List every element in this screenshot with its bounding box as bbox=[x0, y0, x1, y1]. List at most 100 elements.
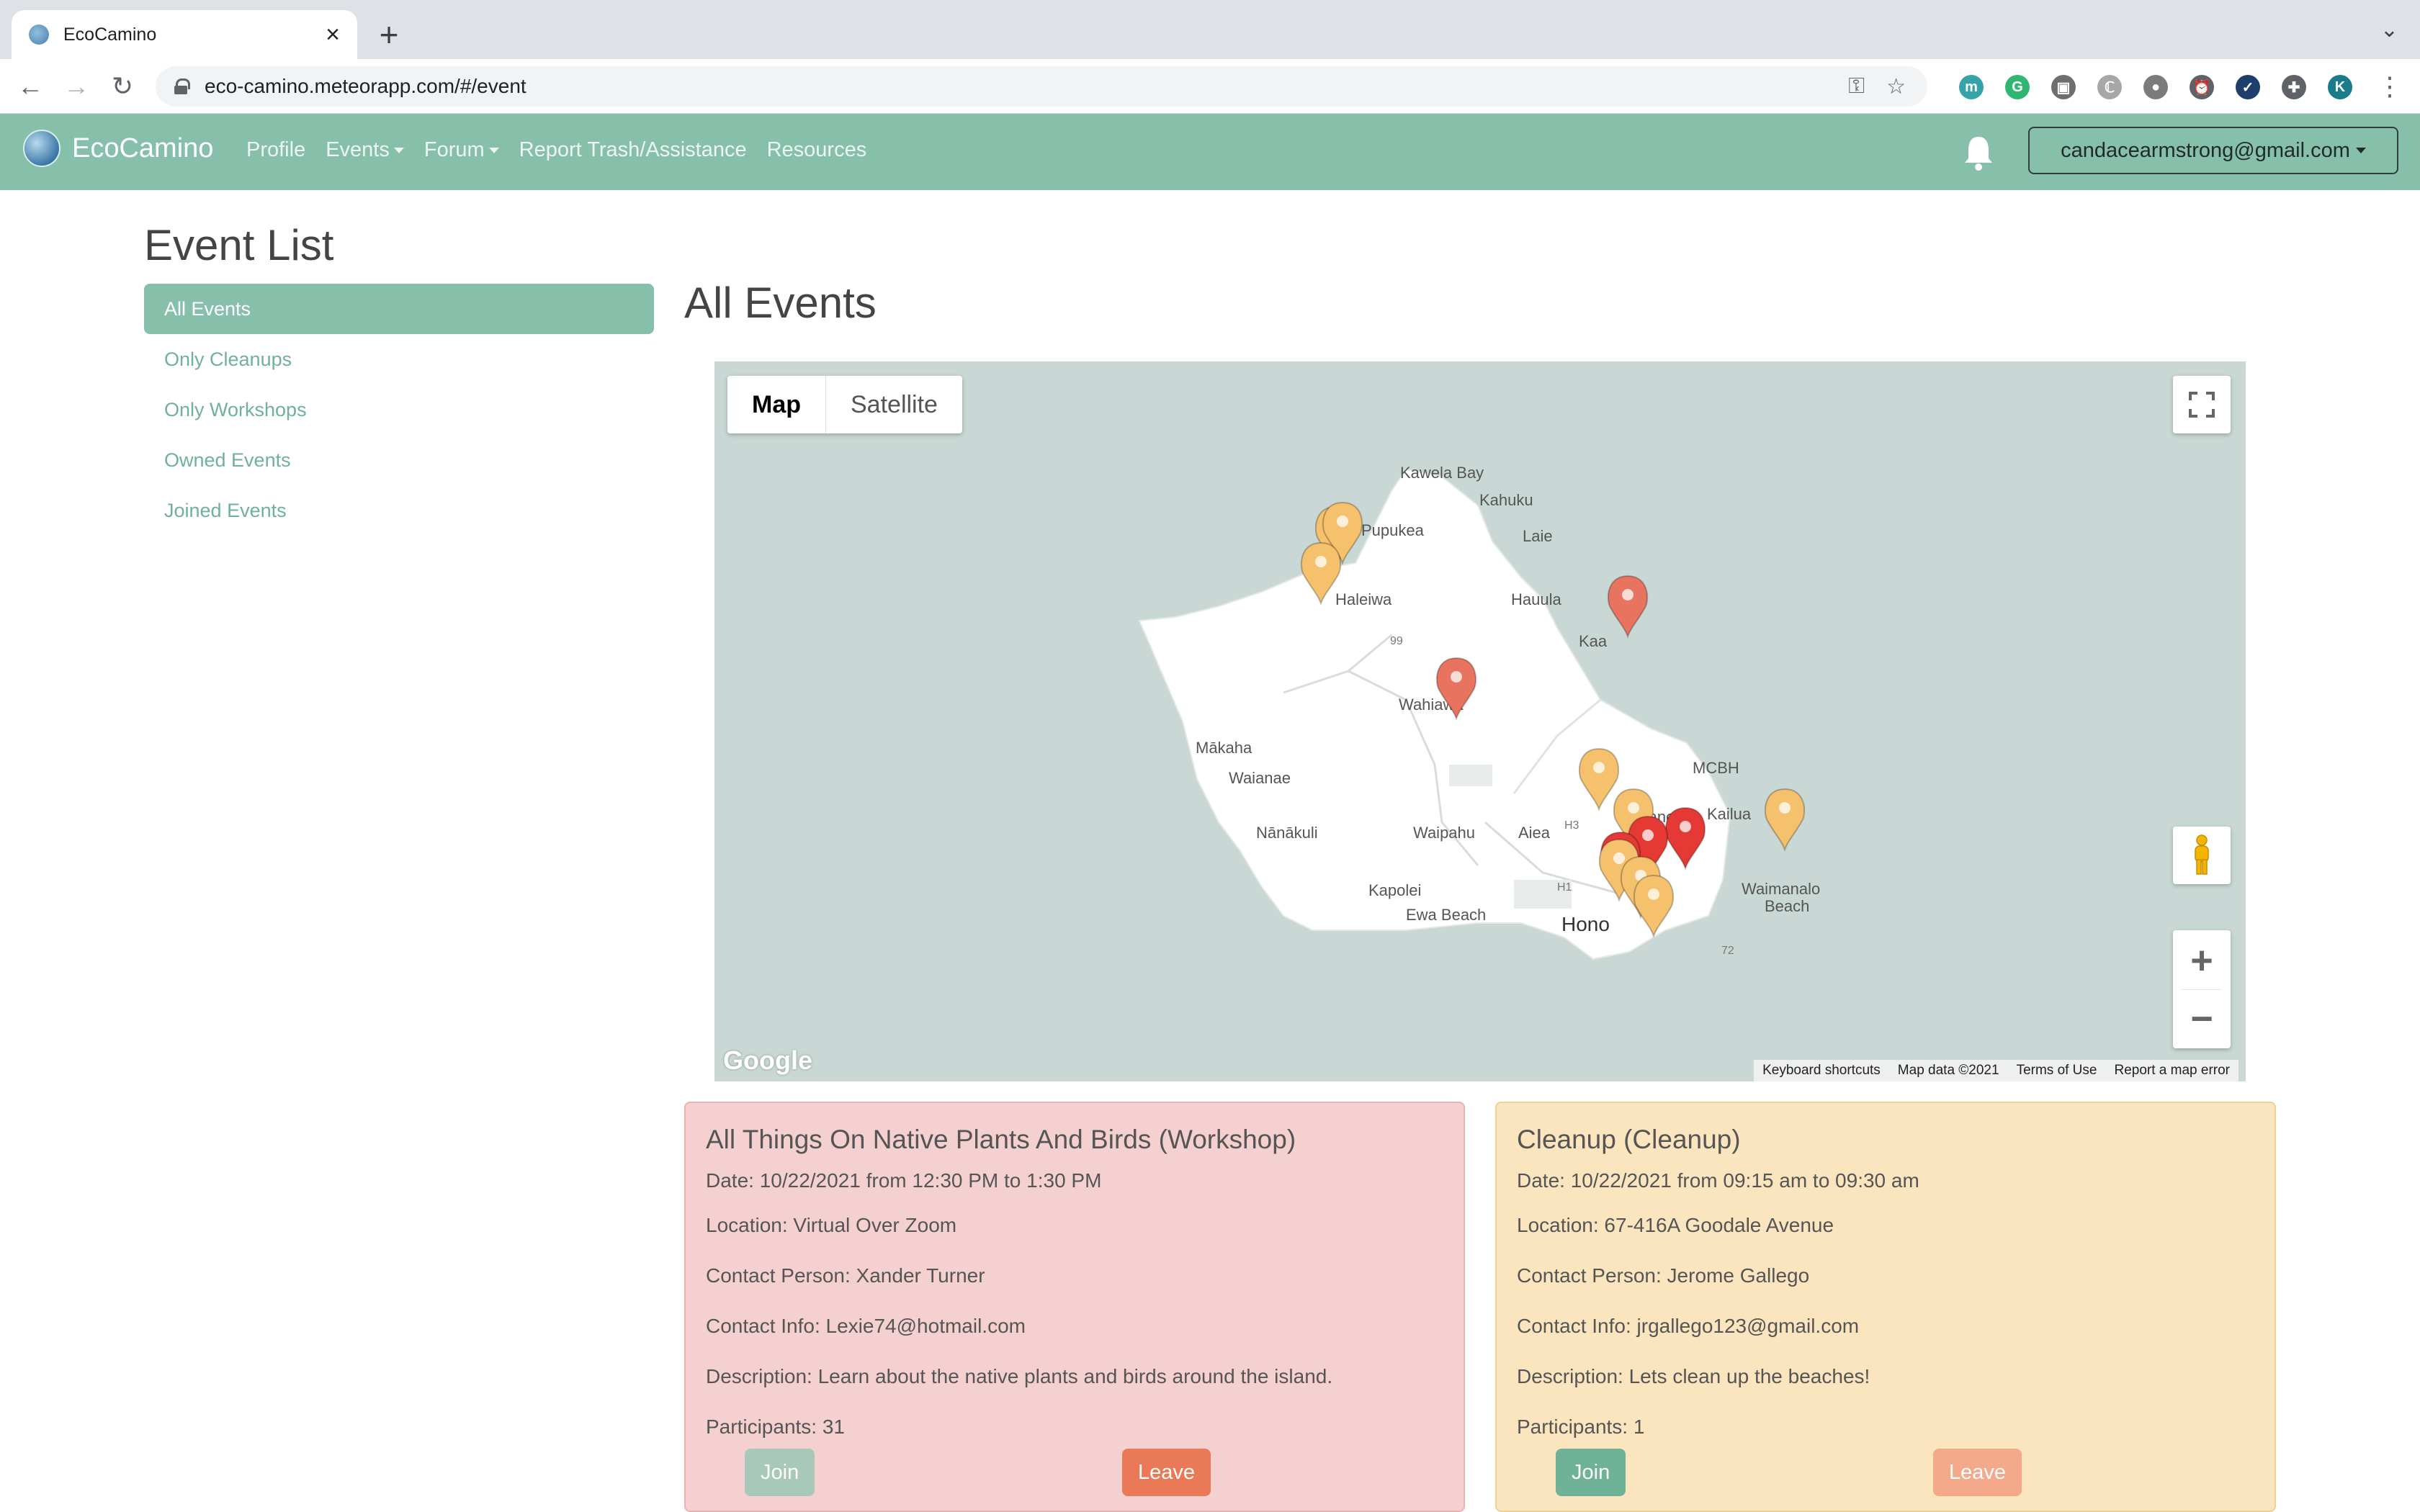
ext-7-icon[interactable]: ✓ bbox=[2236, 75, 2260, 99]
grammarly-ext-icon[interactable]: G bbox=[2005, 75, 2030, 99]
event-description: Description: Learn about the native plan… bbox=[706, 1365, 1333, 1387]
map-place-label: Hono bbox=[1561, 913, 1610, 935]
sidebar-item-all-events[interactable]: All Events bbox=[144, 284, 654, 334]
caret-down-icon bbox=[2355, 148, 2366, 153]
report-map-error-link[interactable]: Report a map error bbox=[2105, 1063, 2238, 1079]
terms-of-use-link[interactable]: Terms of Use bbox=[2008, 1063, 2106, 1079]
back-arrow-icon[interactable]: ← bbox=[14, 71, 46, 102]
nav-links: Profile Events Forum Report Trash/Assist… bbox=[246, 138, 887, 162]
event-title: All Things On Native Plants And Birds (W… bbox=[706, 1125, 1296, 1154]
address-bar[interactable]: eco-camino.meteorapp.com/#/event ⚿ ☆ bbox=[156, 66, 1927, 107]
pegman-icon bbox=[2195, 834, 2209, 875]
event-description: Description: Lets clean up the beaches! bbox=[1517, 1365, 1870, 1387]
map-place-label: H1 bbox=[1557, 881, 1572, 894]
browser-tab[interactable]: EcoCamino × bbox=[12, 10, 357, 59]
section-title: All Events bbox=[684, 279, 877, 327]
event-contact-person: Contact Person: Xander Turner bbox=[706, 1264, 985, 1287]
browser-toolbar: ← → ↻ eco-camino.meteorapp.com/#/event ⚿… bbox=[0, 59, 2420, 114]
google-logo: Google bbox=[723, 1045, 812, 1075]
map-place-label: Pupukea bbox=[1361, 521, 1424, 539]
user-email: candacearmstrong@gmail.com bbox=[2061, 138, 2350, 162]
map-attribution: Keyboard shortcuts Map data ©2021 Terms … bbox=[1754, 1060, 2238, 1081]
fullscreen-button[interactable] bbox=[2173, 376, 2231, 433]
sidebar-item-only-workshops[interactable]: Only Workshops bbox=[144, 384, 654, 435]
map-type-satellite[interactable]: Satellite bbox=[826, 376, 962, 433]
map-place-label: Waimanalo bbox=[1742, 880, 1821, 898]
map-place-label: 72 bbox=[1721, 945, 1734, 957]
map-place-label: H3 bbox=[1564, 819, 1579, 832]
zoom-control: + − bbox=[2173, 930, 2231, 1048]
browser-menu-icon[interactable]: ⋮ bbox=[2374, 71, 2406, 102]
forward-arrow-icon[interactable]: → bbox=[60, 71, 92, 102]
map-place-label: Mākaha bbox=[1196, 739, 1252, 757]
map-place-label: Kawela Bay bbox=[1400, 464, 1484, 482]
join-button[interactable]: Join bbox=[745, 1449, 815, 1496]
page-title: Event List bbox=[144, 221, 334, 269]
caret-down-icon bbox=[488, 147, 499, 153]
event-contact-info: Contact Info: jrgallego123@gmail.com bbox=[1517, 1315, 1860, 1337]
meteor-ext-icon[interactable]: m bbox=[1959, 75, 1984, 99]
event-title: Cleanup (Cleanup) bbox=[1517, 1125, 1741, 1154]
map-place-label: Kapolei bbox=[1368, 881, 1422, 899]
brand-name: EcoCamino bbox=[72, 132, 214, 163]
notification-bell-icon[interactable] bbox=[1962, 134, 1995, 171]
key-icon[interactable]: ⚿ bbox=[1848, 74, 1865, 99]
brand[interactable]: EcoCamino bbox=[23, 130, 213, 167]
nav-link-events[interactable]: Events bbox=[326, 138, 404, 162]
street-view-pegman-button[interactable] bbox=[2173, 827, 2231, 884]
event-date: Date: 10/22/2021 from 12:30 PM to 1:30 P… bbox=[706, 1169, 1102, 1192]
globe-favicon-icon bbox=[29, 24, 49, 45]
map-place-label: Haleiwa bbox=[1335, 590, 1392, 608]
tab-title: EcoCamino bbox=[63, 24, 157, 45]
lock-icon[interactable] bbox=[174, 78, 190, 94]
caret-down-icon bbox=[393, 147, 404, 153]
reload-icon[interactable]: ↻ bbox=[107, 71, 138, 102]
new-tab-icon[interactable]: + bbox=[375, 13, 403, 56]
event-contact-info: Contact Info: Lexie74@hotmail.com bbox=[706, 1315, 1026, 1337]
map-type-map[interactable]: Map bbox=[727, 376, 826, 433]
keyboard-shortcuts-link[interactable]: Keyboard shortcuts bbox=[1754, 1063, 1889, 1079]
sidebar-item-joined-events[interactable]: Joined Events bbox=[144, 485, 654, 536]
close-tab-icon[interactable]: × bbox=[326, 22, 340, 47]
nav-link-forum[interactable]: Forum bbox=[424, 138, 499, 162]
zoom-in-button[interactable]: + bbox=[2173, 932, 2231, 989]
globe-logo-icon bbox=[23, 130, 60, 167]
user-menu-button[interactable]: candacearmstrong@gmail.com bbox=[2028, 127, 2398, 174]
map-place-label: Kahuku bbox=[1479, 491, 1533, 509]
map-place-label: MCBH bbox=[1693, 759, 1739, 777]
map-place-label: Nānākuli bbox=[1256, 824, 1318, 842]
nav-link-profile[interactable]: Profile bbox=[246, 138, 305, 162]
leave-button[interactable]: Leave bbox=[1122, 1449, 1211, 1496]
event-location: Location: Virtual Over Zoom bbox=[706, 1214, 957, 1236]
map-place-label: Beach bbox=[1765, 897, 1810, 915]
zoom-out-button[interactable]: − bbox=[2173, 990, 2231, 1048]
puzzle-ext-icon[interactable]: ✚ bbox=[2282, 75, 2306, 99]
event-location: Location: 67-416A Goodale Avenue bbox=[1517, 1214, 1834, 1236]
sidebar-item-only-cleanups[interactable]: Only Cleanups bbox=[144, 334, 654, 384]
ext-3-icon[interactable]: ▣ bbox=[2051, 75, 2076, 99]
nav-link-label: Profile bbox=[246, 138, 306, 161]
join-button[interactable]: Join bbox=[1556, 1449, 1626, 1496]
ext-4-icon[interactable]: ℂ bbox=[2097, 75, 2122, 99]
profile-avatar[interactable]: K bbox=[2328, 75, 2352, 99]
browser-tabstrip: EcoCamino × + ⌄ bbox=[0, 0, 2420, 59]
map-place-label: Waianae bbox=[1229, 769, 1291, 787]
bookmark-star-icon[interactable]: ☆ bbox=[1886, 74, 1906, 99]
map-place-label: Kailua bbox=[1707, 805, 1752, 823]
event-filter-sidebar: All Events Only Cleanups Only Workshops … bbox=[144, 284, 654, 536]
url-text[interactable]: eco-camino.meteorapp.com/#/event bbox=[205, 75, 1848, 98]
leave-button[interactable]: Leave bbox=[1933, 1449, 2022, 1496]
tab-search-chevron-icon[interactable]: ⌄ bbox=[2380, 17, 2398, 42]
event-card-workshop: All Things On Native Plants And Birds (W… bbox=[684, 1102, 1465, 1512]
nav-link-resources[interactable]: Resources bbox=[767, 138, 867, 162]
sidebar-item-owned-events[interactable]: Owned Events bbox=[144, 435, 654, 485]
events-map[interactable]: Kawela Bay Kahuku Pupukea Laie Haleiwa Hauula… bbox=[714, 361, 2246, 1081]
nav-link-report[interactable]: Report Trash/Assistance bbox=[519, 138, 747, 162]
event-participants: Participants: 31 bbox=[706, 1416, 845, 1438]
map-place-label: Laie bbox=[1523, 527, 1553, 545]
map-place-label: Aiea bbox=[1518, 824, 1551, 842]
ext-5-icon[interactable]: ● bbox=[2143, 75, 2168, 99]
fullscreen-icon bbox=[2189, 392, 2215, 418]
alarm-ext-icon[interactable]: ⏰ bbox=[2190, 75, 2214, 99]
nav-link-label: Report Trash/Assistance bbox=[519, 138, 747, 161]
